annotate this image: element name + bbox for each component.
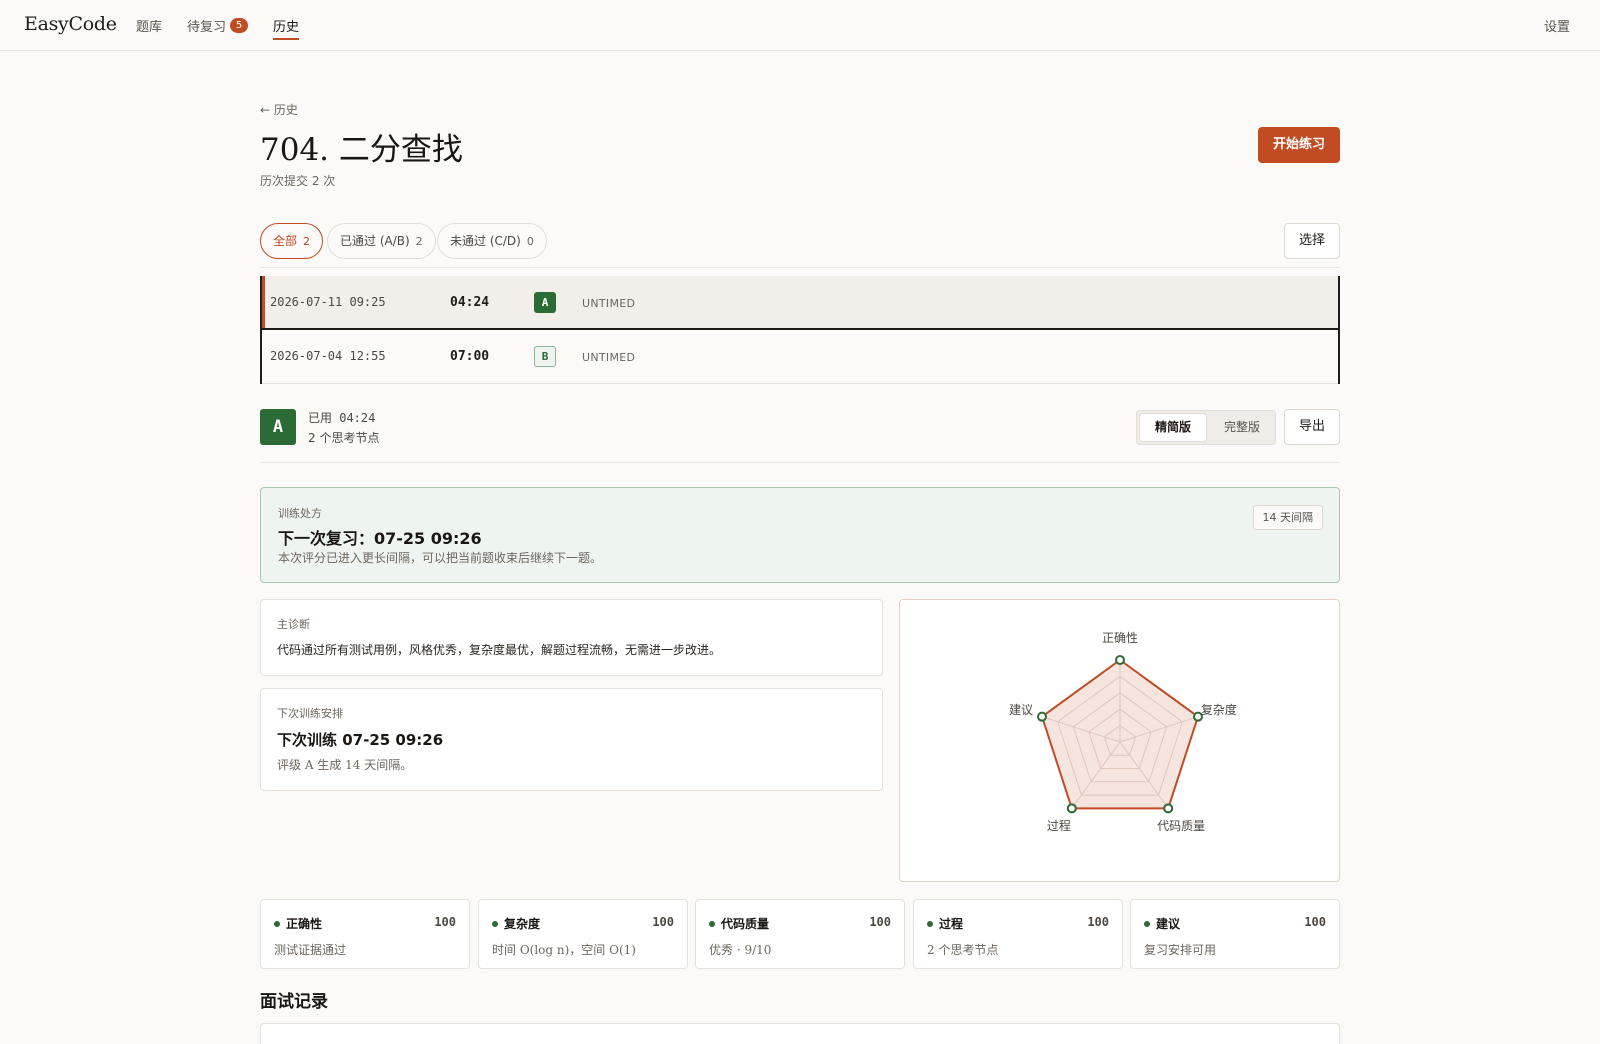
submission-count: 历次提交 2 次 — [260, 174, 336, 188]
score-radar-card: 正确性复杂度代码质量 过程 建议 — [899, 599, 1340, 882]
time-used: 已用 04:24 — [308, 411, 376, 425]
radar-data-point — [1163, 803, 1174, 814]
submission-list: 2026-07-11 09:25 04:24 A UNTIMED 2026-07… — [260, 276, 1340, 384]
interview-record-heading: 面试记录 — [260, 992, 328, 1012]
summary-divider — [260, 462, 1340, 463]
prescription-label: 训练处方 — [278, 507, 322, 520]
metric-description: 时间 O(log n)，空间 O(1) — [492, 943, 636, 957]
metric-description: 测试证据通过 — [274, 943, 347, 957]
status-dot — [709, 921, 715, 927]
status-dot — [492, 921, 498, 927]
brand-logo[interactable]: EasyCode — [24, 13, 117, 35]
diagnosis-text: 代码通过所有测试用例，风格优秀，复杂度最优，解题过程流畅，无需进一步改进。 — [277, 643, 722, 657]
metric-score: 100 — [869, 915, 891, 929]
metric-score: 100 — [434, 915, 456, 929]
page-title: 704. 二分查找 — [260, 132, 463, 168]
filter-passed[interactable]: 已通过 (A/B) 2 — [327, 223, 436, 259]
active-nav-indicator — [273, 38, 299, 40]
main-diagnosis-card: 主诊断 代码通过所有测试用例，风格优秀，复杂度最优，解题过程流畅，无需进一步改进… — [260, 599, 883, 676]
radar-axis-label: 正确性 — [1102, 631, 1138, 645]
start-practice-button[interactable]: 开始练习 — [1258, 127, 1340, 163]
submission-mode: UNTIMED — [582, 351, 636, 364]
view-full-tab[interactable]: 完整版 — [1209, 414, 1275, 441]
filter-failed[interactable]: 未通过 (C/D) 0 — [437, 223, 547, 259]
select-button[interactable]: 选择 — [1284, 223, 1340, 259]
radar-axis-label: 复杂度 — [1201, 702, 1237, 717]
filter-all-count: 2 — [303, 235, 311, 248]
interview-record-card — [260, 1023, 1340, 1044]
schedule-title: 下次训练 07-25 09:26 — [277, 731, 444, 749]
schedule-label: 下次训练安排 — [277, 707, 343, 720]
radar-data-point — [1115, 655, 1125, 665]
thinking-nodes-count: 2 个思考节点 — [308, 431, 380, 445]
interval-tag: 14 天间隔 — [1252, 505, 1323, 530]
status-dot — [1144, 921, 1150, 927]
next-training-card: 下次训练安排 下次训练 07-25 09:26 评级 A 生成 14 天间隔。 — [260, 688, 883, 791]
metric-name: 建议 — [1156, 917, 1181, 931]
next-review-title: 下一次复习：07-25 09:26 — [278, 529, 482, 548]
grade-badge: A — [534, 292, 556, 313]
submission-date: 2026-07-04 12:55 — [270, 349, 386, 363]
radar-data-point — [1037, 711, 1048, 722]
metric-score: 100 — [652, 915, 674, 929]
nav-settings-link[interactable]: 设置 — [1544, 16, 1570, 35]
status-dot — [927, 921, 933, 927]
filter-failed-count: 0 — [526, 235, 534, 248]
filter-failed-label: 未通过 (C/D) — [450, 234, 521, 248]
metric-name: 代码质量 — [721, 917, 770, 931]
metric-card-code-quality: 代码质量 100 优秀 · 9/10 — [695, 899, 905, 969]
metric-card-correctness: 正确性 100 测试证据通过 — [260, 899, 470, 969]
diagnosis-label: 主诊断 — [277, 618, 310, 631]
metric-score: 100 — [1304, 915, 1326, 929]
submission-row-selected[interactable]: 2026-07-11 09:25 04:24 A UNTIMED — [262, 276, 1338, 330]
pending-review-count-badge: 5 — [230, 18, 248, 33]
metric-name: 过程 — [939, 917, 964, 931]
selected-grade-badge: A — [260, 409, 296, 445]
nav-item-pending-review[interactable]: 待复习 — [187, 16, 226, 35]
submission-mode: UNTIMED — [582, 297, 636, 310]
radar-axis-label: 代码质量 — [1157, 819, 1205, 833]
export-button[interactable]: 导出 — [1284, 409, 1340, 445]
radar-axis-label: 过程 — [1047, 818, 1071, 833]
training-prescription-card: 训练处方 下一次复习：07-25 09:26 本次评分已进入更长间隔，可以把当前… — [260, 487, 1340, 583]
prescription-description: 本次评分已进入更长间隔，可以把当前题收束后继续下一题。 — [278, 551, 603, 565]
submission-duration: 07:00 — [450, 349, 490, 364]
status-dot — [274, 921, 280, 927]
metric-card-suggestion: 建议 100 复习安排可用 — [1130, 899, 1340, 969]
metric-description: 复习安排可用 — [1144, 943, 1217, 957]
nav-item-history[interactable]: 历史 — [273, 16, 299, 35]
submission-duration: 04:24 — [450, 295, 490, 310]
back-to-history-link[interactable]: ← 历史 — [260, 101, 298, 118]
nav-item-problem-bank[interactable]: 题库 — [136, 16, 162, 35]
filter-divider — [260, 267, 1340, 268]
metric-description: 优秀 · 9/10 — [709, 943, 772, 957]
submission-date: 2026-07-11 09:25 — [270, 295, 386, 309]
filter-all-label: 全部 — [273, 234, 298, 248]
view-toggle: 精简版 完整版 — [1136, 410, 1276, 445]
grade-badge: B — [534, 346, 556, 367]
radar-data-area — [1040, 658, 1200, 810]
metric-description: 2 个思考节点 — [927, 943, 999, 957]
metric-score: 100 — [1087, 915, 1109, 929]
submission-row[interactable]: 2026-07-04 12:55 07:00 B UNTIMED — [262, 330, 1338, 384]
filter-passed-count: 2 — [415, 235, 423, 248]
filter-passed-label: 已通过 (A/B) — [340, 234, 410, 248]
radar-data-point — [1066, 803, 1077, 814]
view-compact-tab[interactable]: 精简版 — [1140, 414, 1206, 441]
filter-all[interactable]: 全部 2 — [260, 223, 324, 259]
schedule-subtext: 评级 A 生成 14 天间隔。 — [277, 758, 413, 772]
metric-name: 正确性 — [286, 917, 323, 931]
metric-name: 复杂度 — [504, 917, 541, 931]
score-radar-chart: 正确性复杂度代码质量 过程 建议 — [1009, 631, 1237, 833]
metric-card-process: 过程 100 2 个思考节点 — [913, 899, 1123, 969]
top-nav: EasyCode 题库 待复习 5 历史 设置 — [0, 0, 1600, 51]
metric-card-complexity: 复杂度 100 时间 O(log n)，空间 O(1) — [478, 899, 688, 969]
radar-axis-label: 建议 — [1009, 703, 1033, 717]
